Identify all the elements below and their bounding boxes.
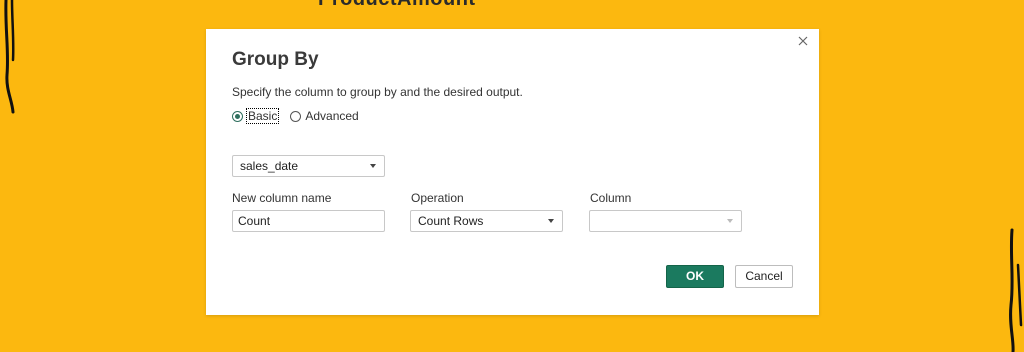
new-column-name-label: New column name	[232, 191, 332, 205]
radio-unchecked-icon	[290, 110, 302, 122]
radio-basic-label: Basic	[245, 108, 280, 124]
group-by-column-value: sales_date	[240, 159, 299, 173]
operation-select[interactable]: Count Rows	[410, 210, 563, 232]
chevron-down-icon	[548, 219, 554, 223]
squiggle-right-decoration	[1009, 228, 1023, 352]
squiggle-left-decoration	[4, 0, 15, 114]
close-icon[interactable]	[795, 33, 811, 49]
operation-label: Operation	[411, 191, 464, 205]
ok-button[interactable]: OK	[666, 265, 724, 288]
radio-advanced-label: Advanced	[305, 109, 359, 123]
chevron-down-icon	[370, 164, 376, 168]
new-column-name-input[interactable]	[232, 210, 385, 232]
radio-basic[interactable]: Basic	[232, 108, 280, 124]
dialog-title: Group By	[232, 49, 319, 70]
radio-checked-icon	[232, 110, 243, 122]
radio-advanced[interactable]: Advanced	[290, 109, 359, 123]
operation-value: Count Rows	[418, 214, 484, 228]
column-label: Column	[590, 191, 632, 205]
mode-radio-group: Basic Advanced	[232, 108, 371, 124]
group-by-dialog: Group By Specify the column to group by …	[206, 29, 819, 315]
background-title: ProductAmount	[318, 0, 476, 11]
column-select[interactable]	[589, 210, 742, 232]
cancel-button[interactable]: Cancel	[735, 265, 793, 288]
group-by-column-select[interactable]: sales_date	[232, 155, 385, 177]
dialog-description: Specify the column to group by and the d…	[232, 85, 523, 99]
chevron-down-icon	[727, 219, 733, 223]
